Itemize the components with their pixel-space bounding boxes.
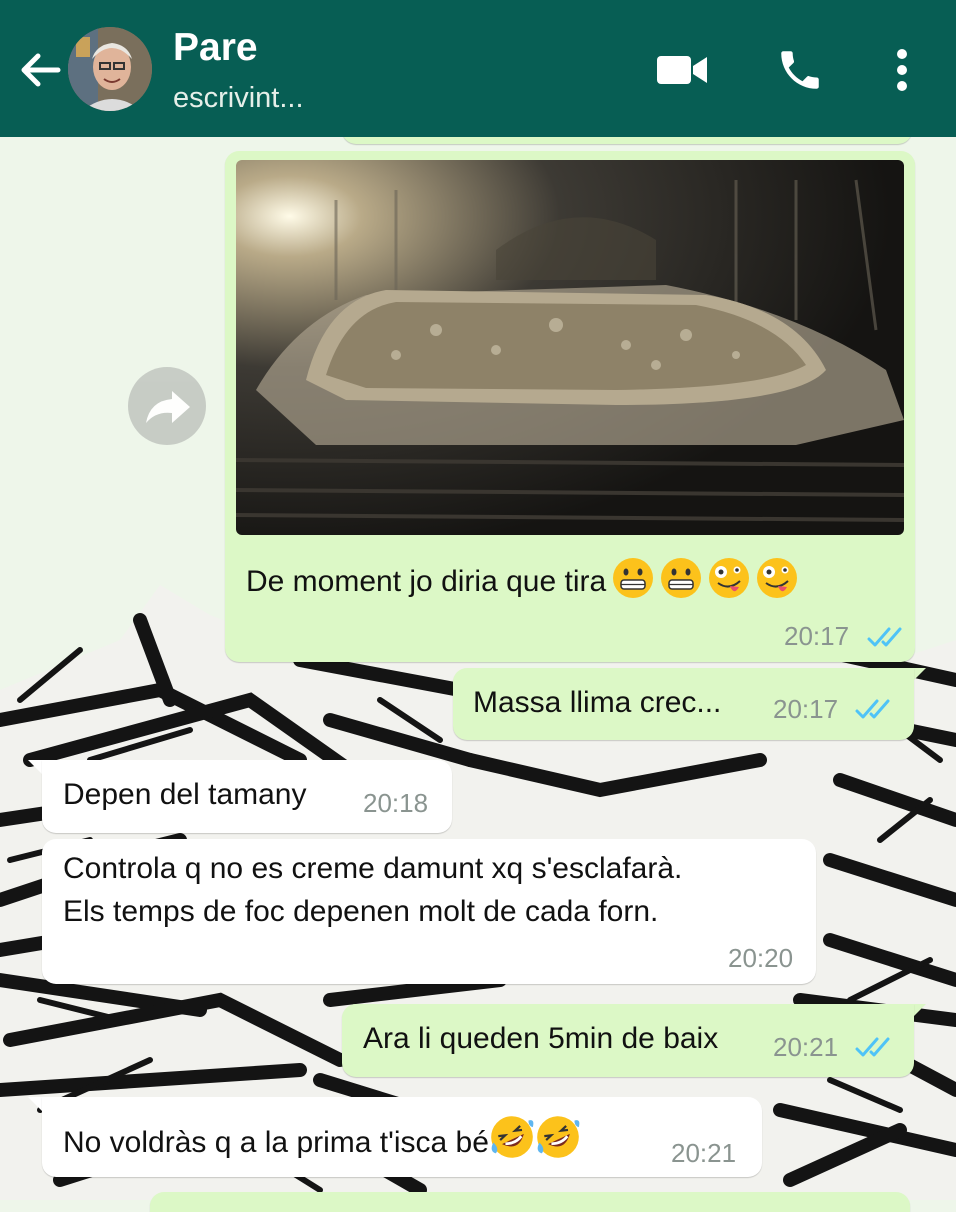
read-receipt-icon (855, 1037, 890, 1057)
message-caption: De moment jo diria que tira (246, 557, 798, 603)
grimacing-face-icon (660, 557, 702, 599)
video-call-icon[interactable] (655, 50, 711, 90)
message-time: 20:21 (773, 1032, 839, 1062)
contact-name[interactable]: Pare (173, 26, 258, 70)
message-time: 20:20 (728, 943, 794, 973)
message-bubble-incoming[interactable]: Depen del tamany 20:18 (42, 760, 452, 833)
zany-face-icon (756, 557, 798, 599)
read-receipt-icon (867, 627, 902, 647)
message-text: Massa llima crec... (473, 686, 722, 719)
grimacing-face-icon (612, 557, 654, 599)
chat-header: Pare escrivint... (0, 0, 956, 137)
contact-avatar[interactable] (68, 27, 152, 111)
caption-text: De moment jo diria que tira (246, 565, 607, 598)
message-bubble-outgoing[interactable]: Ara li queden 5min de baix 20:21 (342, 1004, 914, 1077)
rolling-on-floor-laughing-icon (535, 1114, 580, 1158)
message-bubble-outgoing[interactable]: Massa llima crec... 20:17 (453, 668, 914, 740)
avatar-photo (68, 27, 152, 111)
next-message-bubble (150, 1192, 910, 1212)
message-text-content: No voldràs q a la prima t'isca bé (63, 1126, 489, 1159)
read-receipt-icon (855, 699, 890, 719)
zany-face-icon (708, 557, 750, 599)
back-arrow-icon[interactable] (14, 44, 66, 96)
message-bubble-photo[interactable]: De moment jo diria que tira 20:17 (225, 151, 915, 662)
message-text-line: Els temps de foc depenen molt de cada fo… (63, 895, 659, 928)
oven-photo[interactable] (236, 160, 904, 535)
message-bubble-incoming[interactable]: No voldràs q a la prima t'isca bé 20:21 (42, 1097, 762, 1177)
typing-status: escrivint... (173, 82, 304, 114)
forward-arrow-icon (146, 391, 190, 423)
message-text: No voldràs q a la prima t'isca bé (63, 1114, 580, 1164)
forward-button[interactable] (128, 367, 206, 445)
phone-call-icon[interactable] (775, 45, 825, 95)
message-time: 20:17 (784, 621, 850, 651)
oven-photo-image (236, 160, 904, 535)
message-time: 20:17 (773, 694, 839, 724)
message-text: Depen del tamany (63, 778, 307, 811)
message-text-line: Controla q no es creme damunt xq s'escla… (63, 852, 683, 885)
message-bubble-incoming[interactable]: Controla q no es creme damunt xq s'escla… (42, 839, 816, 984)
message-time: 20:21 (671, 1138, 737, 1168)
message-time: 20:18 (363, 788, 429, 818)
more-options-icon[interactable] (888, 46, 916, 94)
rolling-on-floor-laughing-icon (489, 1114, 534, 1158)
message-text: Ara li queden 5min de baix (363, 1022, 719, 1055)
